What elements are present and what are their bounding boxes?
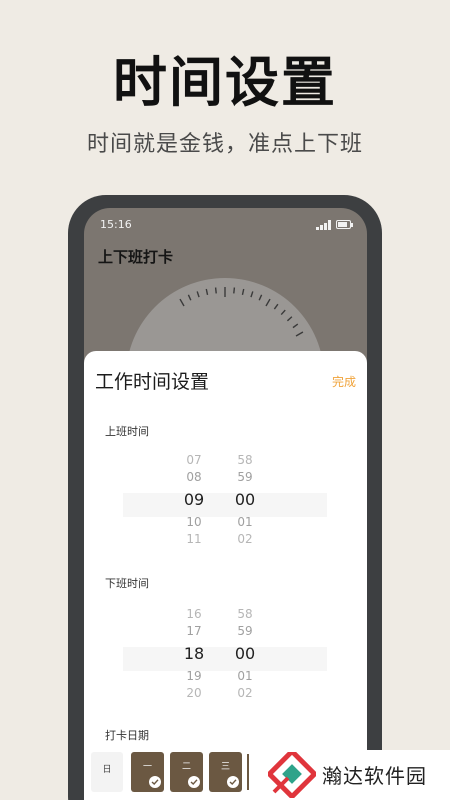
app-title: 上下班打卡 <box>98 248 174 266</box>
check-icon <box>227 776 239 788</box>
sheet-title: 工作时间设置 <box>95 371 210 393</box>
start-minute-option[interactable]: 02 <box>225 531 265 548</box>
start-minute-selected[interactable]: 00 <box>225 489 265 511</box>
end-hour-selected[interactable]: 18 <box>174 643 214 665</box>
start-hour-option[interactable]: 10 <box>174 514 214 531</box>
start-hour-option[interactable]: 11 <box>174 531 214 548</box>
start-hour-selected[interactable]: 09 <box>174 489 214 511</box>
status-time: 15:16 <box>100 218 132 231</box>
day-toggle-sunday[interactable]: 日 <box>91 752 123 792</box>
end-hour-option[interactable]: 17 <box>174 623 214 640</box>
day-toggle-monday[interactable]: 一 <box>131 752 164 792</box>
start-minute-option[interactable]: 01 <box>225 514 265 531</box>
day-label: 一 <box>142 762 152 772</box>
day-label: 二 <box>181 762 191 772</box>
end-hour-wheel[interactable]: 16 17 18 19 20 <box>174 606 214 702</box>
day-label: 三 <box>220 762 230 772</box>
end-minute-wheel[interactable]: 58 59 00 01 02 <box>225 606 265 702</box>
start-hour-wheel[interactable]: 07 08 09 10 11 <box>174 452 214 548</box>
done-button[interactable]: 完成 <box>332 373 356 390</box>
end-minute-selected[interactable]: 00 <box>225 643 265 665</box>
check-icon <box>149 776 161 788</box>
end-time-label: 下班时间 <box>105 577 149 590</box>
watermark-text: 瀚达软件园 <box>322 764 427 788</box>
end-time-picker[interactable]: 16 17 18 19 20 58 59 00 01 02 <box>123 606 327 711</box>
day-toggle-partial <box>247 754 249 790</box>
day-toggle-wednesday[interactable]: 三 <box>209 752 242 792</box>
banner-subtitle: 时间就是金钱，准点上下班 <box>86 132 363 157</box>
day-label: 日 <box>102 765 112 775</box>
start-time-label: 上班时间 <box>105 425 149 438</box>
start-minute-option[interactable]: 58 <box>225 452 265 469</box>
start-minute-option[interactable]: 59 <box>225 469 265 486</box>
start-minute-wheel[interactable]: 58 59 00 01 02 <box>225 452 265 548</box>
watermark-logo-icon <box>265 747 319 800</box>
days-label: 打卡日期 <box>105 729 149 742</box>
signal-icon <box>316 220 332 230</box>
banner-title: 时间设置 <box>113 51 337 114</box>
start-hour-option[interactable]: 07 <box>174 452 214 469</box>
work-time-sheet: 工作时间设置 完成 上班时间 07 08 09 10 11 58 59 00 0… <box>84 351 367 800</box>
battery-icon <box>336 220 353 229</box>
end-hour-option[interactable]: 20 <box>174 685 214 702</box>
end-minute-option[interactable]: 58 <box>225 606 265 623</box>
check-icon <box>188 776 200 788</box>
end-minute-option[interactable]: 01 <box>225 668 265 685</box>
start-hour-option[interactable]: 08 <box>174 469 214 486</box>
end-hour-option[interactable]: 16 <box>174 606 214 623</box>
start-time-picker[interactable]: 07 08 09 10 11 58 59 00 01 02 <box>123 452 327 557</box>
end-hour-option[interactable]: 19 <box>174 668 214 685</box>
end-minute-option[interactable]: 59 <box>225 623 265 640</box>
day-toggle-tuesday[interactable]: 二 <box>170 752 203 792</box>
end-minute-option[interactable]: 02 <box>225 685 265 702</box>
